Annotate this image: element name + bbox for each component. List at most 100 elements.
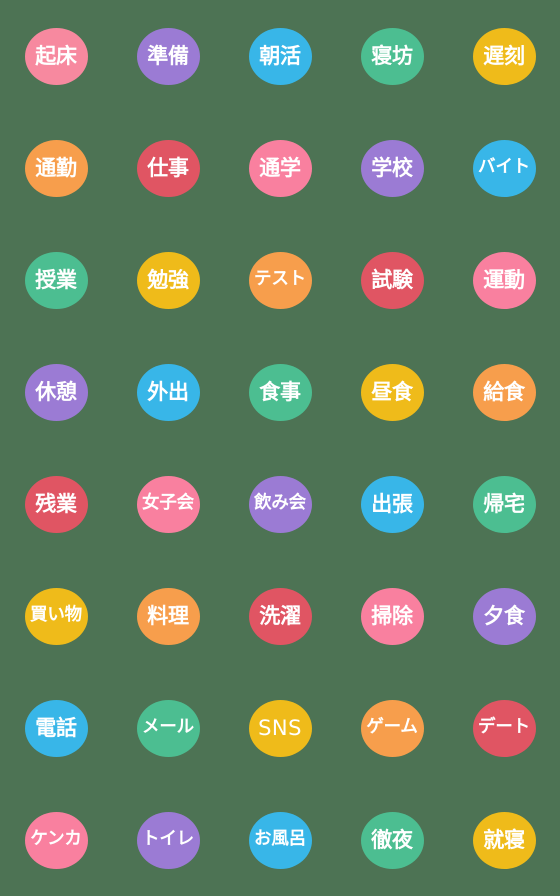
sticker-cell[interactable]: 休憩 bbox=[0, 336, 112, 448]
sticker-label: デート bbox=[478, 717, 530, 738]
sticker-label: 仕事 bbox=[147, 155, 189, 180]
sticker-bubble[interactable]: 遅刻 bbox=[472, 27, 536, 85]
sticker-cell[interactable]: デート bbox=[448, 672, 560, 784]
sticker-cell[interactable]: 帰宅 bbox=[448, 448, 560, 560]
sticker-label: バイト bbox=[478, 157, 530, 178]
sticker-bubble[interactable]: 試験 bbox=[360, 251, 424, 309]
sticker-cell[interactable]: 徹夜 bbox=[336, 784, 448, 896]
sticker-cell[interactable]: ゲーム bbox=[336, 672, 448, 784]
sticker-bubble[interactable]: 通勤 bbox=[24, 139, 88, 197]
sticker-bubble[interactable]: 料理 bbox=[136, 587, 200, 645]
sticker-bubble[interactable]: 出張 bbox=[360, 475, 424, 533]
sticker-bubble[interactable]: 仕事 bbox=[136, 139, 200, 197]
sticker-cell[interactable]: 勉強 bbox=[112, 224, 224, 336]
sticker-label: ケンカ bbox=[30, 829, 82, 850]
sticker-cell[interactable]: 通勤 bbox=[0, 112, 112, 224]
sticker-bubble[interactable]: 電話 bbox=[24, 699, 88, 757]
sticker-bubble[interactable]: 夕食 bbox=[472, 587, 536, 645]
sticker-bubble[interactable]: 朝活 bbox=[248, 27, 312, 85]
sticker-cell[interactable]: 女子会 bbox=[112, 448, 224, 560]
sticker-bubble[interactable]: 起床 bbox=[24, 27, 88, 85]
sticker-cell[interactable]: 準備 bbox=[112, 0, 224, 112]
sticker-bubble[interactable]: 掃除 bbox=[360, 587, 424, 645]
sticker-label: 朝活 bbox=[259, 43, 301, 68]
sticker-bubble[interactable]: 勉強 bbox=[136, 251, 200, 309]
sticker-cell[interactable]: 洗濯 bbox=[224, 560, 336, 672]
sticker-cell[interactable]: 朝活 bbox=[224, 0, 336, 112]
sticker-cell[interactable]: お風呂 bbox=[224, 784, 336, 896]
sticker-bubble[interactable]: テスト bbox=[248, 251, 312, 309]
sticker-bubble[interactable]: デート bbox=[472, 699, 536, 757]
sticker-bubble[interactable]: メール bbox=[136, 699, 200, 757]
sticker-label: 授業 bbox=[35, 267, 77, 292]
sticker-label: ゲーム bbox=[366, 717, 418, 738]
sticker-bubble[interactable]: バイト bbox=[472, 139, 536, 197]
sticker-label: 休憩 bbox=[35, 379, 77, 404]
sticker-cell[interactable]: 給食 bbox=[448, 336, 560, 448]
sticker-cell[interactable]: トイレ bbox=[112, 784, 224, 896]
sticker-cell[interactable]: 通学 bbox=[224, 112, 336, 224]
sticker-bubble[interactable]: SNS bbox=[248, 699, 312, 757]
sticker-label: トイレ bbox=[142, 829, 194, 850]
sticker-cell[interactable]: 夕食 bbox=[448, 560, 560, 672]
sticker-bubble[interactable]: ゲーム bbox=[360, 699, 424, 757]
sticker-cell[interactable]: テスト bbox=[224, 224, 336, 336]
sticker-cell[interactable]: 就寝 bbox=[448, 784, 560, 896]
sticker-bubble[interactable]: 帰宅 bbox=[472, 475, 536, 533]
sticker-cell[interactable]: 出張 bbox=[336, 448, 448, 560]
sticker-bubble[interactable]: 準備 bbox=[136, 27, 200, 85]
sticker-bubble[interactable]: 昼食 bbox=[360, 363, 424, 421]
sticker-bubble[interactable]: お風呂 bbox=[248, 811, 312, 869]
sticker-cell[interactable]: 掃除 bbox=[336, 560, 448, 672]
sticker-bubble[interactable]: 外出 bbox=[136, 363, 200, 421]
sticker-label: 通勤 bbox=[35, 155, 77, 180]
sticker-cell[interactable]: ケンカ bbox=[0, 784, 112, 896]
sticker-label: 徹夜 bbox=[371, 827, 413, 852]
sticker-bubble[interactable]: 授業 bbox=[24, 251, 88, 309]
sticker-cell[interactable]: 授業 bbox=[0, 224, 112, 336]
sticker-label: 運動 bbox=[483, 267, 525, 292]
sticker-bubble[interactable]: 運動 bbox=[472, 251, 536, 309]
sticker-bubble[interactable]: 買い物 bbox=[24, 587, 88, 645]
sticker-bubble[interactable]: 給食 bbox=[472, 363, 536, 421]
sticker-bubble[interactable]: 飲み会 bbox=[248, 475, 312, 533]
sticker-cell[interactable]: 仕事 bbox=[112, 112, 224, 224]
sticker-bubble[interactable]: トイレ bbox=[136, 811, 200, 869]
sticker-cell[interactable]: 試験 bbox=[336, 224, 448, 336]
sticker-label: SNS bbox=[258, 715, 302, 740]
sticker-label: 料理 bbox=[147, 603, 189, 628]
sticker-cell[interactable]: 買い物 bbox=[0, 560, 112, 672]
sticker-cell[interactable]: メール bbox=[112, 672, 224, 784]
sticker-cell[interactable]: 運動 bbox=[448, 224, 560, 336]
sticker-cell[interactable]: 寝坊 bbox=[336, 0, 448, 112]
sticker-bubble[interactable]: 食事 bbox=[248, 363, 312, 421]
sticker-bubble[interactable]: ケンカ bbox=[24, 811, 88, 869]
sticker-bubble[interactable]: 通学 bbox=[248, 139, 312, 197]
sticker-bubble[interactable]: 寝坊 bbox=[360, 27, 424, 85]
sticker-bubble[interactable]: 就寝 bbox=[472, 811, 536, 869]
sticker-cell[interactable]: SNS bbox=[224, 672, 336, 784]
sticker-cell[interactable]: 料理 bbox=[112, 560, 224, 672]
sticker-label: 外出 bbox=[147, 379, 189, 404]
sticker-cell[interactable]: 残業 bbox=[0, 448, 112, 560]
sticker-bubble[interactable]: 洗濯 bbox=[248, 587, 312, 645]
sticker-bubble[interactable]: 学校 bbox=[360, 139, 424, 197]
sticker-cell[interactable]: 食事 bbox=[224, 336, 336, 448]
sticker-label: 準備 bbox=[147, 43, 189, 68]
sticker-cell[interactable]: 飲み会 bbox=[224, 448, 336, 560]
sticker-cell[interactable]: 電話 bbox=[0, 672, 112, 784]
sticker-bubble[interactable]: 残業 bbox=[24, 475, 88, 533]
sticker-bubble[interactable]: 徹夜 bbox=[360, 811, 424, 869]
sticker-label: 電話 bbox=[35, 715, 77, 740]
sticker-cell[interactable]: 遅刻 bbox=[448, 0, 560, 112]
sticker-label: 遅刻 bbox=[483, 43, 525, 68]
sticker-cell[interactable]: 学校 bbox=[336, 112, 448, 224]
sticker-bubble[interactable]: 女子会 bbox=[136, 475, 200, 533]
sticker-cell[interactable]: バイト bbox=[448, 112, 560, 224]
sticker-label: 食事 bbox=[259, 379, 301, 404]
sticker-cell[interactable]: 起床 bbox=[0, 0, 112, 112]
sticker-cell[interactable]: 昼食 bbox=[336, 336, 448, 448]
sticker-bubble[interactable]: 休憩 bbox=[24, 363, 88, 421]
sticker-cell[interactable]: 外出 bbox=[112, 336, 224, 448]
sticker-label: 勉強 bbox=[147, 267, 189, 292]
